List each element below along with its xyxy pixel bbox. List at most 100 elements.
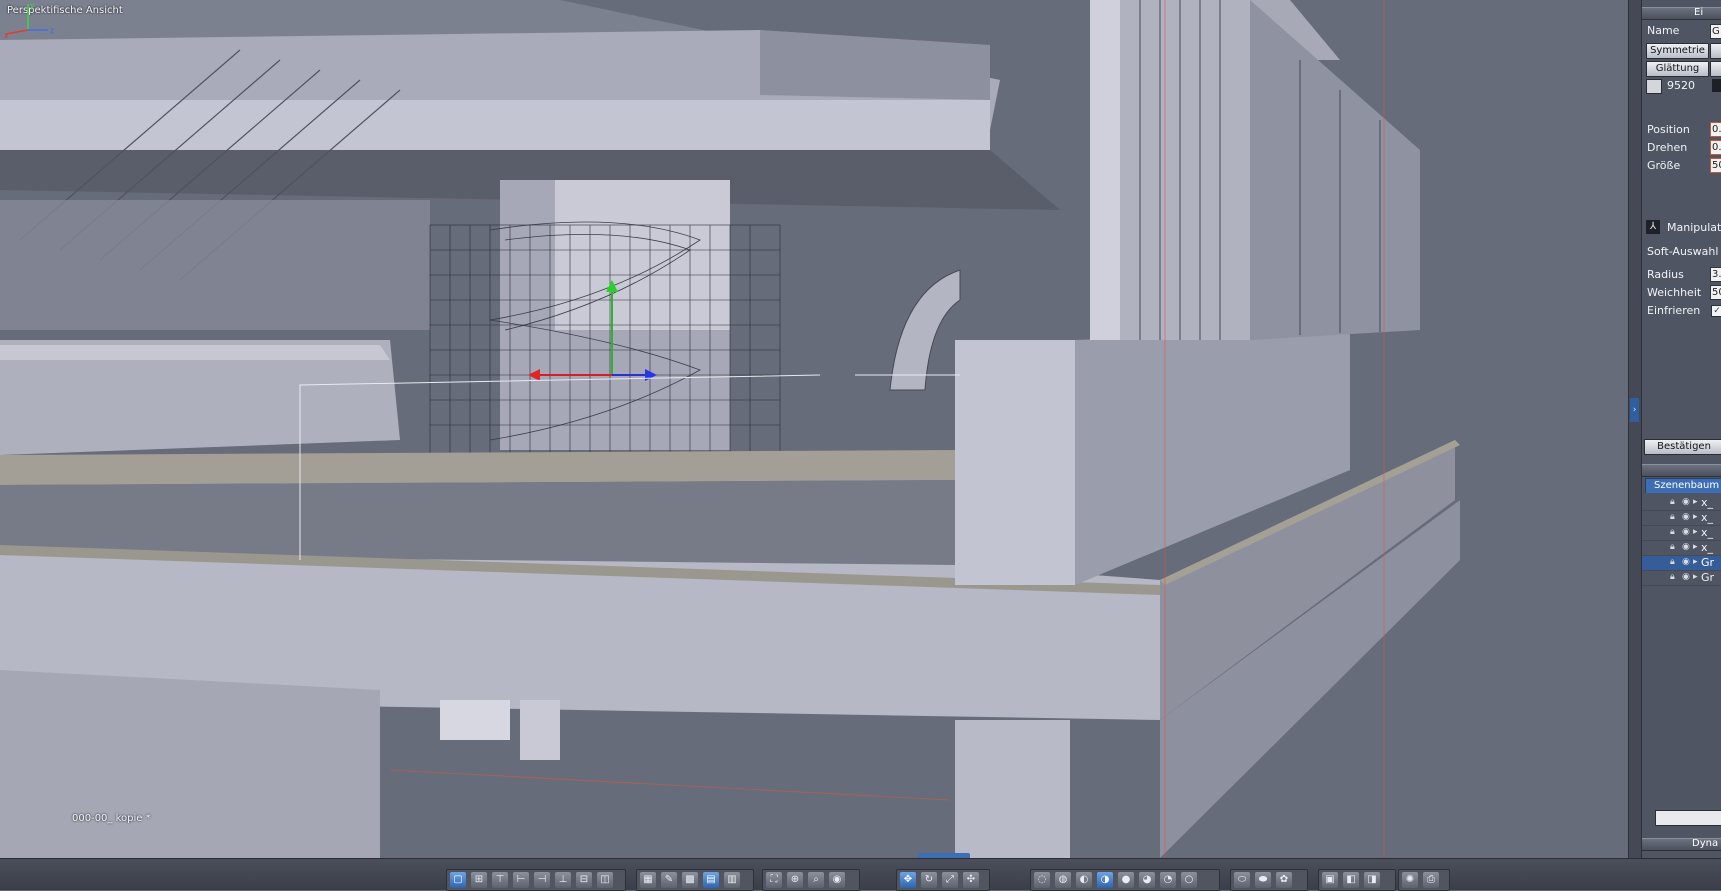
cubes-icon[interactable]: ◧	[1343, 872, 1359, 888]
bestaetigen-button[interactable]: Bestätigen	[1644, 439, 1721, 455]
lock-icon[interactable]: 🔒︎	[1670, 543, 1679, 552]
display-mode-icon[interactable]: ▤	[703, 872, 719, 888]
svg-text:z: z	[50, 26, 54, 35]
eye-icon[interactable]: ◉	[1682, 573, 1691, 582]
eye-icon[interactable]: ◉	[1682, 543, 1691, 552]
properties-panel: › Ei Name G Symmetrie Glättung 9520 Posi…	[1628, 0, 1721, 858]
universal-tool-icon[interactable]: ✣	[963, 872, 979, 888]
mesh-option-icon[interactable]	[1712, 79, 1721, 92]
zoom-icon[interactable]: ⌕	[808, 872, 824, 888]
groesse-label: Größe	[1647, 159, 1681, 172]
view-toolbar-group: ▦ ✎ ▩ ▤ ▥	[636, 869, 754, 891]
tree-row[interactable]: 🔒︎ ◉ ▸ x_	[1642, 526, 1721, 541]
move-tool-icon[interactable]: ✥	[900, 872, 916, 888]
flat-sphere-icon[interactable]: ◐	[1076, 872, 1092, 888]
layout-three-right-icon[interactable]: ⊣	[534, 872, 550, 888]
position-label: Position	[1647, 123, 1690, 136]
manipulator-icon[interactable]: ⅄	[1646, 220, 1660, 234]
smooth-wire-sphere-icon[interactable]: ◑	[1097, 872, 1113, 888]
multi-cube-icon[interactable]: ◨	[1364, 872, 1380, 888]
table-icon[interactable]: ▥	[724, 872, 740, 888]
axis-orientation-icon: x y z	[4, 1, 54, 40]
target-icon[interactable]: ⊕	[787, 872, 803, 888]
color-grid-icon[interactable]: ▩	[682, 872, 698, 888]
tree-item-label: x_	[1701, 496, 1714, 509]
glaettung-button[interactable]: Glättung	[1646, 61, 1709, 77]
symmetrie-button[interactable]: Symmetrie	[1646, 43, 1709, 59]
layout-three-top-icon[interactable]: ⊤	[492, 872, 508, 888]
collapse-arrow-icon[interactable]: ›	[1630, 398, 1639, 422]
tree-row[interactable]: 🔒︎ ◉ ▸ x_	[1642, 541, 1721, 556]
tree-row[interactable]: 🔒︎ ◉ ▸ Gr	[1642, 571, 1721, 586]
layout-single-icon[interactable]: ▢	[450, 872, 466, 888]
symmetrie-extra-button[interactable]	[1710, 43, 1721, 59]
glaettung-extra-button[interactable]	[1710, 61, 1721, 77]
tree-item-label: Gr	[1701, 571, 1715, 584]
group-icon[interactable]: ⬬	[1255, 872, 1271, 888]
render-sphere-icon[interactable]: ○	[1181, 872, 1197, 888]
weichheit-field[interactable]: 50	[1710, 285, 1721, 300]
light-icon[interactable]: ✺	[1402, 872, 1418, 888]
rotate-tool-icon[interactable]: ↻	[921, 872, 937, 888]
wireframe-sphere-icon[interactable]: ◌	[1034, 872, 1050, 888]
mesh-cube-icon	[1646, 79, 1662, 94]
tree-item-label: Gr	[1701, 556, 1715, 569]
layout-hsplit-icon[interactable]: ⊟	[576, 872, 592, 888]
tree-row[interactable]: 🔒︎ ◉ ▸ x_	[1642, 511, 1721, 526]
panel-splitter[interactable]: ›	[1629, 0, 1642, 858]
bottom-toolbar: ▢ ⊞ ⊤ ⊢ ⊣ ⊥ ⊟ ◫ ▦ ✎ ▩ ▤ ▥ ⛶ ⊕ ⌕ ◉ ✥ ↻ ⤢ …	[0, 858, 1721, 891]
paint-icon[interactable]: ✎	[661, 872, 677, 888]
grid-icon[interactable]: ▦	[640, 872, 656, 888]
cluster-icon[interactable]: ✿	[1276, 872, 1292, 888]
scene-tree-header[interactable]	[1642, 464, 1721, 477]
lock-icon[interactable]: 🔒︎	[1670, 573, 1679, 582]
dynamics-header-label: Dyna	[1692, 838, 1719, 849]
panel-header-label: Ei	[1694, 7, 1704, 18]
object-icon[interactable]: ⬭	[1234, 872, 1250, 888]
eye-view-icon[interactable]: ◉	[829, 872, 845, 888]
3d-viewport[interactable]: Perspektifische Ansicht 000-00_ kopie * …	[0, 0, 1628, 858]
shaded-sphere-icon[interactable]: ◔	[1160, 872, 1176, 888]
groesse-field[interactable]: 50	[1710, 158, 1721, 173]
layout-three-bottom-icon[interactable]: ⊥	[555, 872, 571, 888]
cube-icon[interactable]: ▣	[1322, 872, 1338, 888]
scene-tree-tabs: Szenenbaum	[1642, 478, 1721, 493]
drehen-field[interactable]: 0.	[1710, 140, 1721, 155]
tree-item-label: x_	[1701, 511, 1714, 524]
manipulator-label: Manipulato	[1667, 221, 1721, 234]
active-object-name: 000-00_ kopie *	[72, 813, 151, 824]
wire-sphere-icon[interactable]: ◍	[1055, 872, 1071, 888]
layout-vsplit-icon[interactable]: ◫	[597, 872, 613, 888]
eye-icon[interactable]: ◉	[1682, 498, 1691, 507]
eye-icon[interactable]: ◉	[1682, 558, 1691, 567]
panel-header[interactable]: Ei	[1642, 7, 1721, 20]
manipulator-toolbar-group: ✥ ↻ ⤢ ✣	[896, 869, 990, 891]
lock-icon[interactable]: 🔒︎	[1670, 498, 1679, 507]
lock-icon[interactable]: 🔒︎	[1670, 558, 1679, 567]
radius-field[interactable]: 3.	[1710, 267, 1721, 282]
smooth-sphere-icon[interactable]: ●	[1118, 872, 1134, 888]
render-toolbar-group: ✺ ⎙	[1398, 869, 1450, 891]
tree-filter-input[interactable]	[1655, 810, 1721, 826]
lock-icon[interactable]: 🔒︎	[1670, 513, 1679, 522]
textured-sphere-icon[interactable]: ◕	[1139, 872, 1155, 888]
einfrieren-label: Einfrieren	[1647, 304, 1701, 317]
name-field[interactable]: G	[1710, 24, 1721, 39]
frame-icon[interactable]: ⛶	[766, 872, 782, 888]
tree-row[interactable]: 🔒︎ ◉ ▸ x_	[1642, 496, 1721, 511]
layout-quad-icon[interactable]: ⊞	[471, 872, 487, 888]
svg-text:y: y	[30, 1, 35, 10]
einfrieren-checkbox[interactable]: ✓	[1711, 305, 1721, 317]
eye-icon[interactable]: ◉	[1682, 513, 1691, 522]
tab-szenenbaum[interactable]: Szenenbaum	[1645, 478, 1721, 493]
eye-icon[interactable]: ◉	[1682, 528, 1691, 537]
weichheit-label: Weichheit	[1647, 286, 1702, 299]
position-field[interactable]: 0.	[1710, 122, 1721, 137]
tree-row-selected[interactable]: 🔒︎ ◉ ▸ Gr	[1642, 556, 1721, 571]
camera-icon[interactable]: ⎙	[1423, 872, 1439, 888]
layout-three-left-icon[interactable]: ⊢	[513, 872, 529, 888]
scale-tool-icon[interactable]: ⤢	[942, 872, 958, 888]
lock-icon[interactable]: 🔒︎	[1670, 528, 1679, 537]
dynamics-header[interactable]: Dyna	[1642, 838, 1721, 851]
soft-selection-label: Soft-Auswahl	[1647, 245, 1719, 258]
